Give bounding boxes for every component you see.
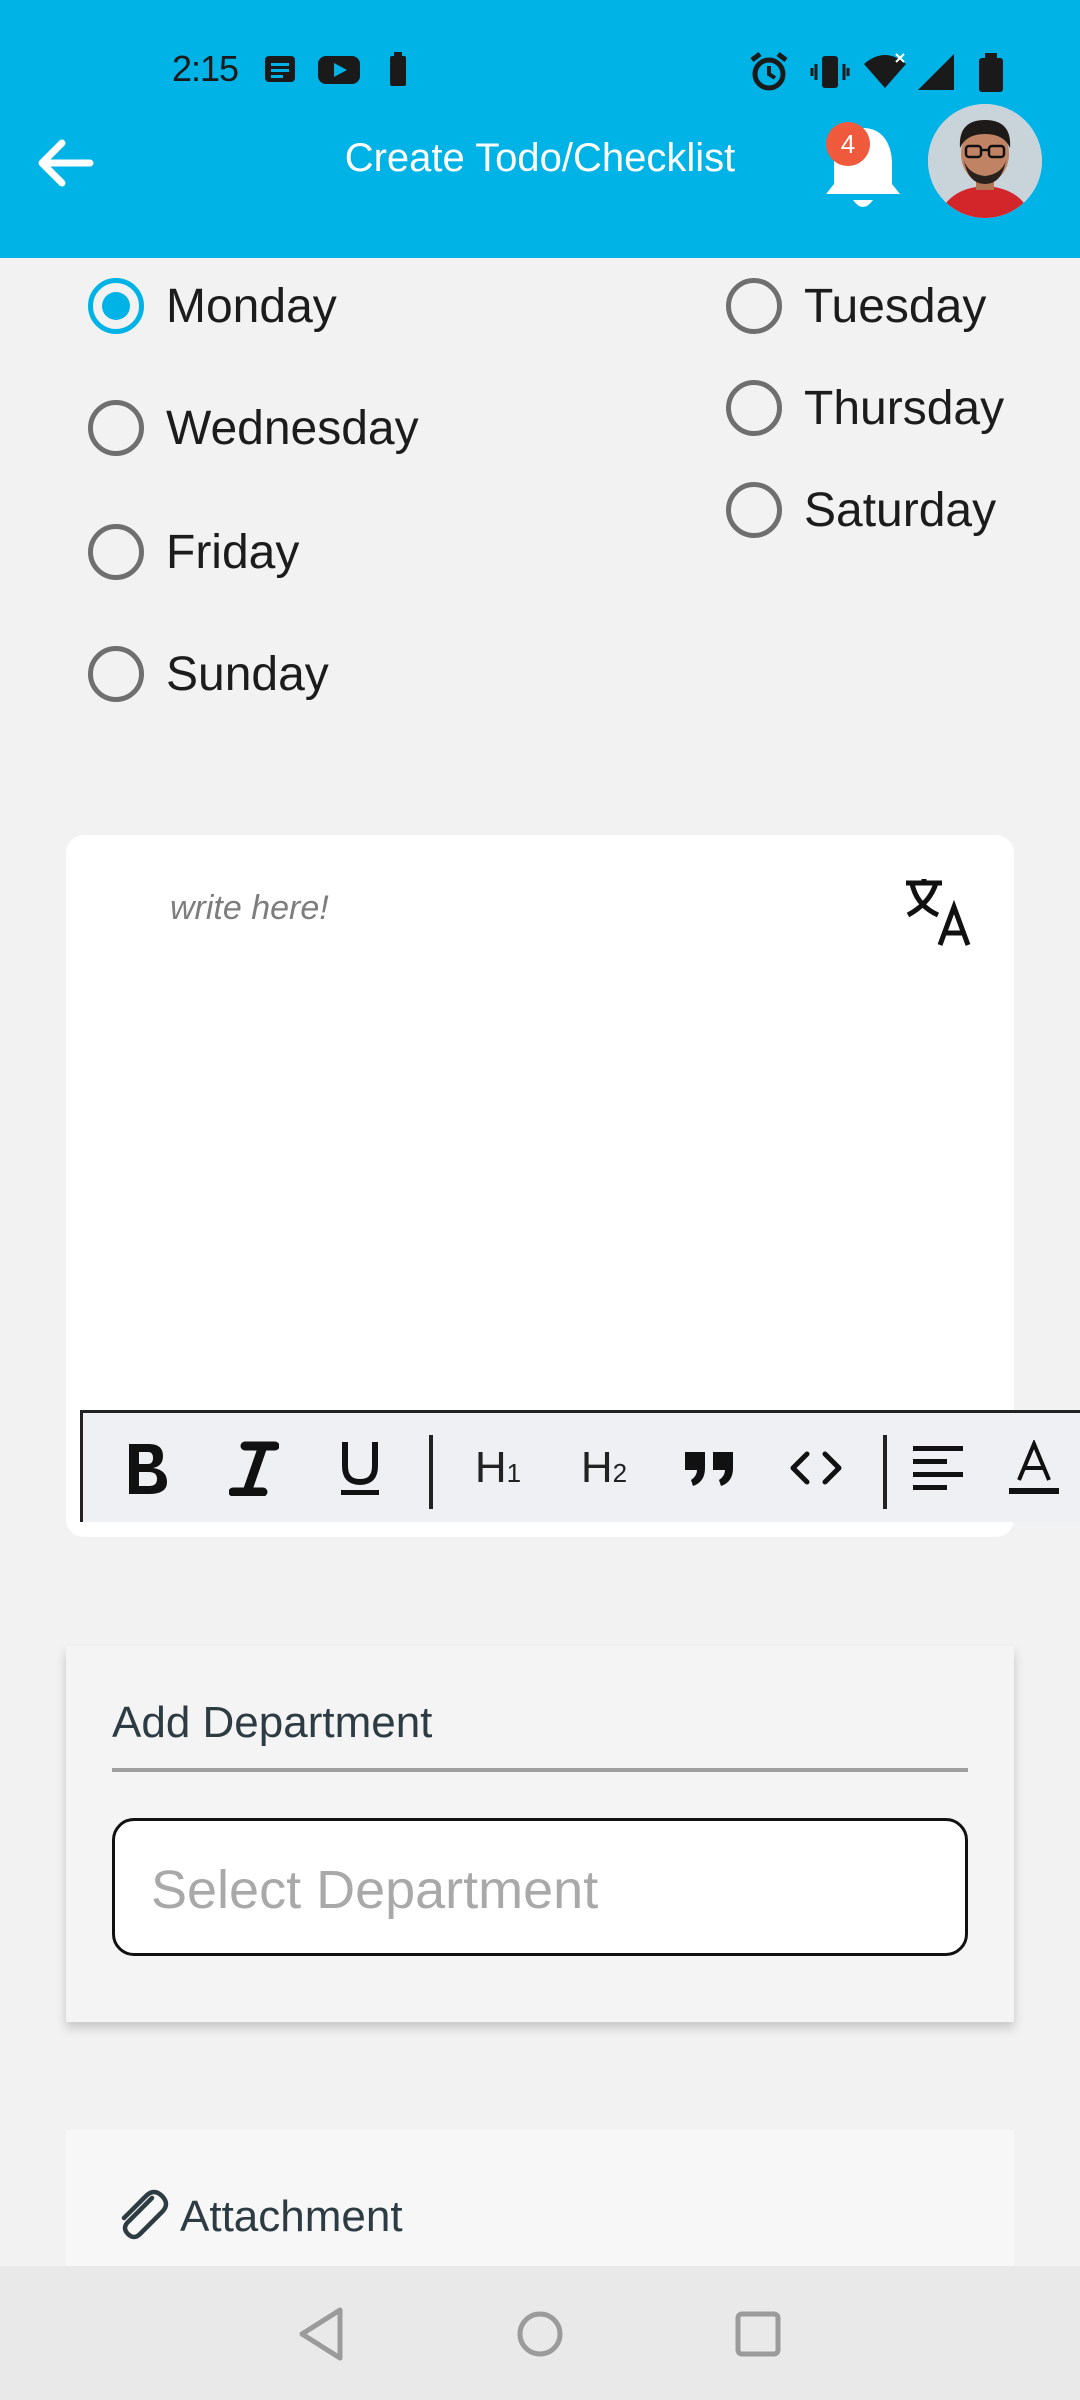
- avatar-image: [928, 104, 1042, 218]
- avatar[interactable]: [928, 104, 1042, 218]
- heading2-button[interactable]: H2: [569, 1433, 639, 1503]
- system-nav-bar: [0, 2266, 1080, 2400]
- paperclip-icon: [121, 2189, 169, 2240]
- radio-saturday[interactable]: Saturday: [726, 478, 996, 542]
- signal-icon: [918, 54, 954, 90]
- radio-label: Saturday: [804, 483, 997, 537]
- heading1-button[interactable]: H1: [463, 1433, 533, 1503]
- wifi-icon: [864, 53, 906, 88]
- department-divider: [112, 1768, 968, 1772]
- radio-circle: [726, 278, 782, 334]
- app-bar: 2:15 Create Todo/Checklist 4: [0, 0, 1080, 258]
- radio-label: Monday: [166, 279, 337, 333]
- radio-wednesday[interactable]: Wednesday: [88, 396, 419, 460]
- vibrate-icon: [810, 56, 850, 88]
- radio-circle: [88, 400, 144, 456]
- underline-button[interactable]: [325, 1433, 395, 1503]
- underline-icon: [341, 1442, 379, 1495]
- text-color-icon: [1009, 1440, 1059, 1494]
- battery-small-icon: [390, 52, 406, 86]
- radio-label: Thursday: [804, 381, 1005, 435]
- quote-icon: [685, 1452, 733, 1486]
- translate-icon[interactable]: [902, 875, 976, 949]
- bold-button[interactable]: [111, 1433, 181, 1503]
- h1-icon: H1: [474, 1443, 522, 1492]
- radio-circle: [88, 646, 144, 702]
- align-left-button[interactable]: [903, 1433, 973, 1503]
- department-select[interactable]: Select Department: [112, 1818, 968, 1956]
- alarm-icon: [750, 52, 788, 91]
- text-color-button[interactable]: [999, 1433, 1069, 1503]
- nav-back-icon[interactable]: [290, 2302, 354, 2366]
- editor-toolbar: H1 H2: [80, 1410, 1080, 1522]
- page-title: Create Todo/Checklist: [344, 136, 736, 180]
- nav-home-icon[interactable]: [508, 2302, 572, 2366]
- radio-circle: [726, 380, 782, 436]
- radio-thursday[interactable]: Thursday: [726, 376, 1004, 440]
- radio-label: Tuesday: [804, 279, 987, 333]
- radio-label: Wednesday: [166, 401, 419, 455]
- h2-icon: H2: [580, 1443, 628, 1492]
- battery-icon: [979, 53, 1003, 92]
- department-card: Add Department Select Department: [66, 1646, 1014, 2022]
- toolbar-divider: [883, 1435, 887, 1509]
- radio-friday[interactable]: Friday: [88, 520, 299, 584]
- department-label: Add Department: [112, 1698, 433, 1747]
- notification-badge: 4: [826, 122, 870, 166]
- code-button[interactable]: [781, 1433, 851, 1503]
- radio-sunday[interactable]: Sunday: [88, 642, 329, 706]
- radio-tuesday[interactable]: Tuesday: [726, 274, 986, 338]
- radio-circle: [88, 524, 144, 580]
- status-time: 2:15: [172, 48, 239, 89]
- attachment-label: Attachment: [180, 2192, 403, 2241]
- radio-label: Sunday: [166, 647, 329, 701]
- code-icon: [790, 1451, 842, 1485]
- youtube-icon: [318, 56, 360, 84]
- align-left-icon: [913, 1446, 963, 1490]
- toolbar-divider: [429, 1435, 433, 1509]
- messages-icon: [265, 56, 295, 82]
- editor-placeholder: write here!: [170, 889, 329, 927]
- header: Create Todo/Checklist: [0, 106, 1080, 216]
- attachment-card[interactable]: Attachment: [66, 2130, 1014, 2270]
- radio-circle: [88, 278, 144, 334]
- italic-button[interactable]: [219, 1433, 289, 1503]
- italic-icon: [229, 1441, 279, 1496]
- department-select-placeholder: Select Department: [151, 1860, 599, 1920]
- quote-button[interactable]: [675, 1433, 745, 1503]
- radio-label: Friday: [166, 525, 300, 579]
- bold-icon: [129, 1444, 167, 1494]
- status-bar: 2:15: [0, 38, 1080, 102]
- radio-circle: [726, 482, 782, 538]
- nav-recents-icon[interactable]: [726, 2302, 790, 2366]
- radio-monday[interactable]: Monday: [88, 274, 337, 338]
